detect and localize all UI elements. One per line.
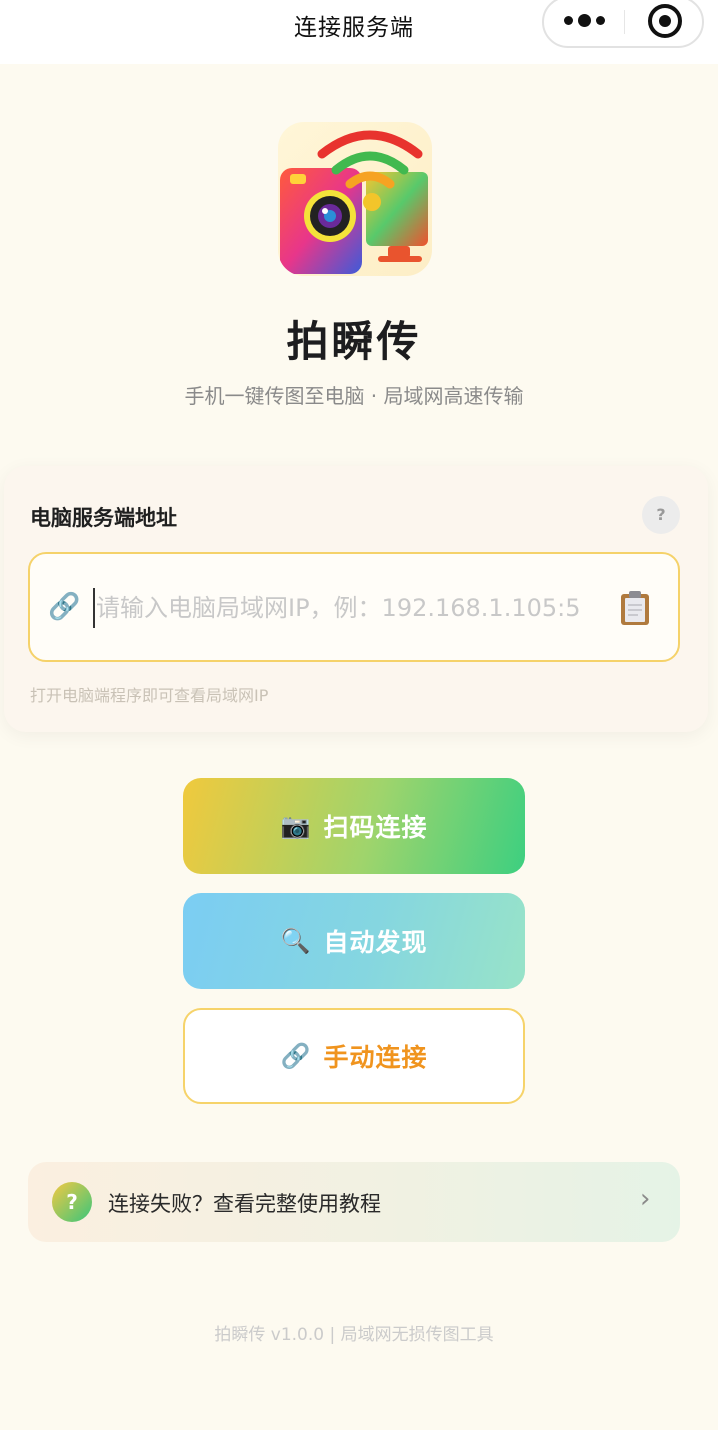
- app-tagline: 手机一键传图至电脑 · 局域网高速传输: [184, 384, 524, 408]
- more-menu-icon[interactable]: [564, 12, 608, 28]
- scan-connect-label: 扫码连接: [323, 813, 428, 842]
- app-name: 拍瞬传: [286, 317, 422, 366]
- magnifier-icon: 🔍: [280, 927, 312, 955]
- camera-wifi-logo-icon: [280, 130, 428, 274]
- chevron-right-icon: ›: [640, 1184, 651, 1214]
- clipboard-paste-icon[interactable]: [620, 590, 650, 626]
- question-icon: ?: [52, 1182, 92, 1222]
- tutorial-text: 连接失败？查看完整使用教程: [108, 1192, 381, 1216]
- auto-discover-button[interactable]: 🔍 自动发现: [183, 893, 525, 989]
- scan-connect-button[interactable]: 📷 扫码连接: [183, 778, 525, 874]
- navigation-bar: 连接服务端: [0, 0, 718, 64]
- text-caret: [93, 588, 95, 628]
- miniprogram-capsule: [542, 0, 704, 48]
- server-address-card: 电脑服务端地址 ? 🔗 打开电脑端程序即可查看局域网IP: [4, 466, 708, 732]
- auto-discover-label: 自动发现: [323, 928, 428, 957]
- server-address-hint: 打开电脑端程序即可查看局域网IP: [30, 686, 269, 705]
- help-icon[interactable]: ?: [642, 496, 680, 534]
- manual-connect-label: 手动连接: [323, 1043, 428, 1072]
- tutorial-banner[interactable]: ? 连接失败？查看完整使用教程 ›: [28, 1162, 680, 1242]
- footer-version: 拍瞬传 v1.0.0 | 局域网无损传图工具: [214, 1325, 494, 1345]
- link-icon: 🔗: [280, 1042, 312, 1070]
- manual-connect-button[interactable]: 🔗 手动连接: [183, 1008, 525, 1104]
- server-address-input[interactable]: [96, 584, 616, 632]
- close-miniprogram-icon[interactable]: [648, 4, 682, 38]
- link-icon: 🔗: [48, 592, 81, 622]
- server-address-label: 电脑服务端地址: [30, 506, 177, 530]
- app-logo: [278, 122, 432, 276]
- camera-icon: 📷: [280, 812, 312, 840]
- capsule-divider: [624, 10, 625, 34]
- server-address-field[interactable]: 🔗: [28, 552, 680, 662]
